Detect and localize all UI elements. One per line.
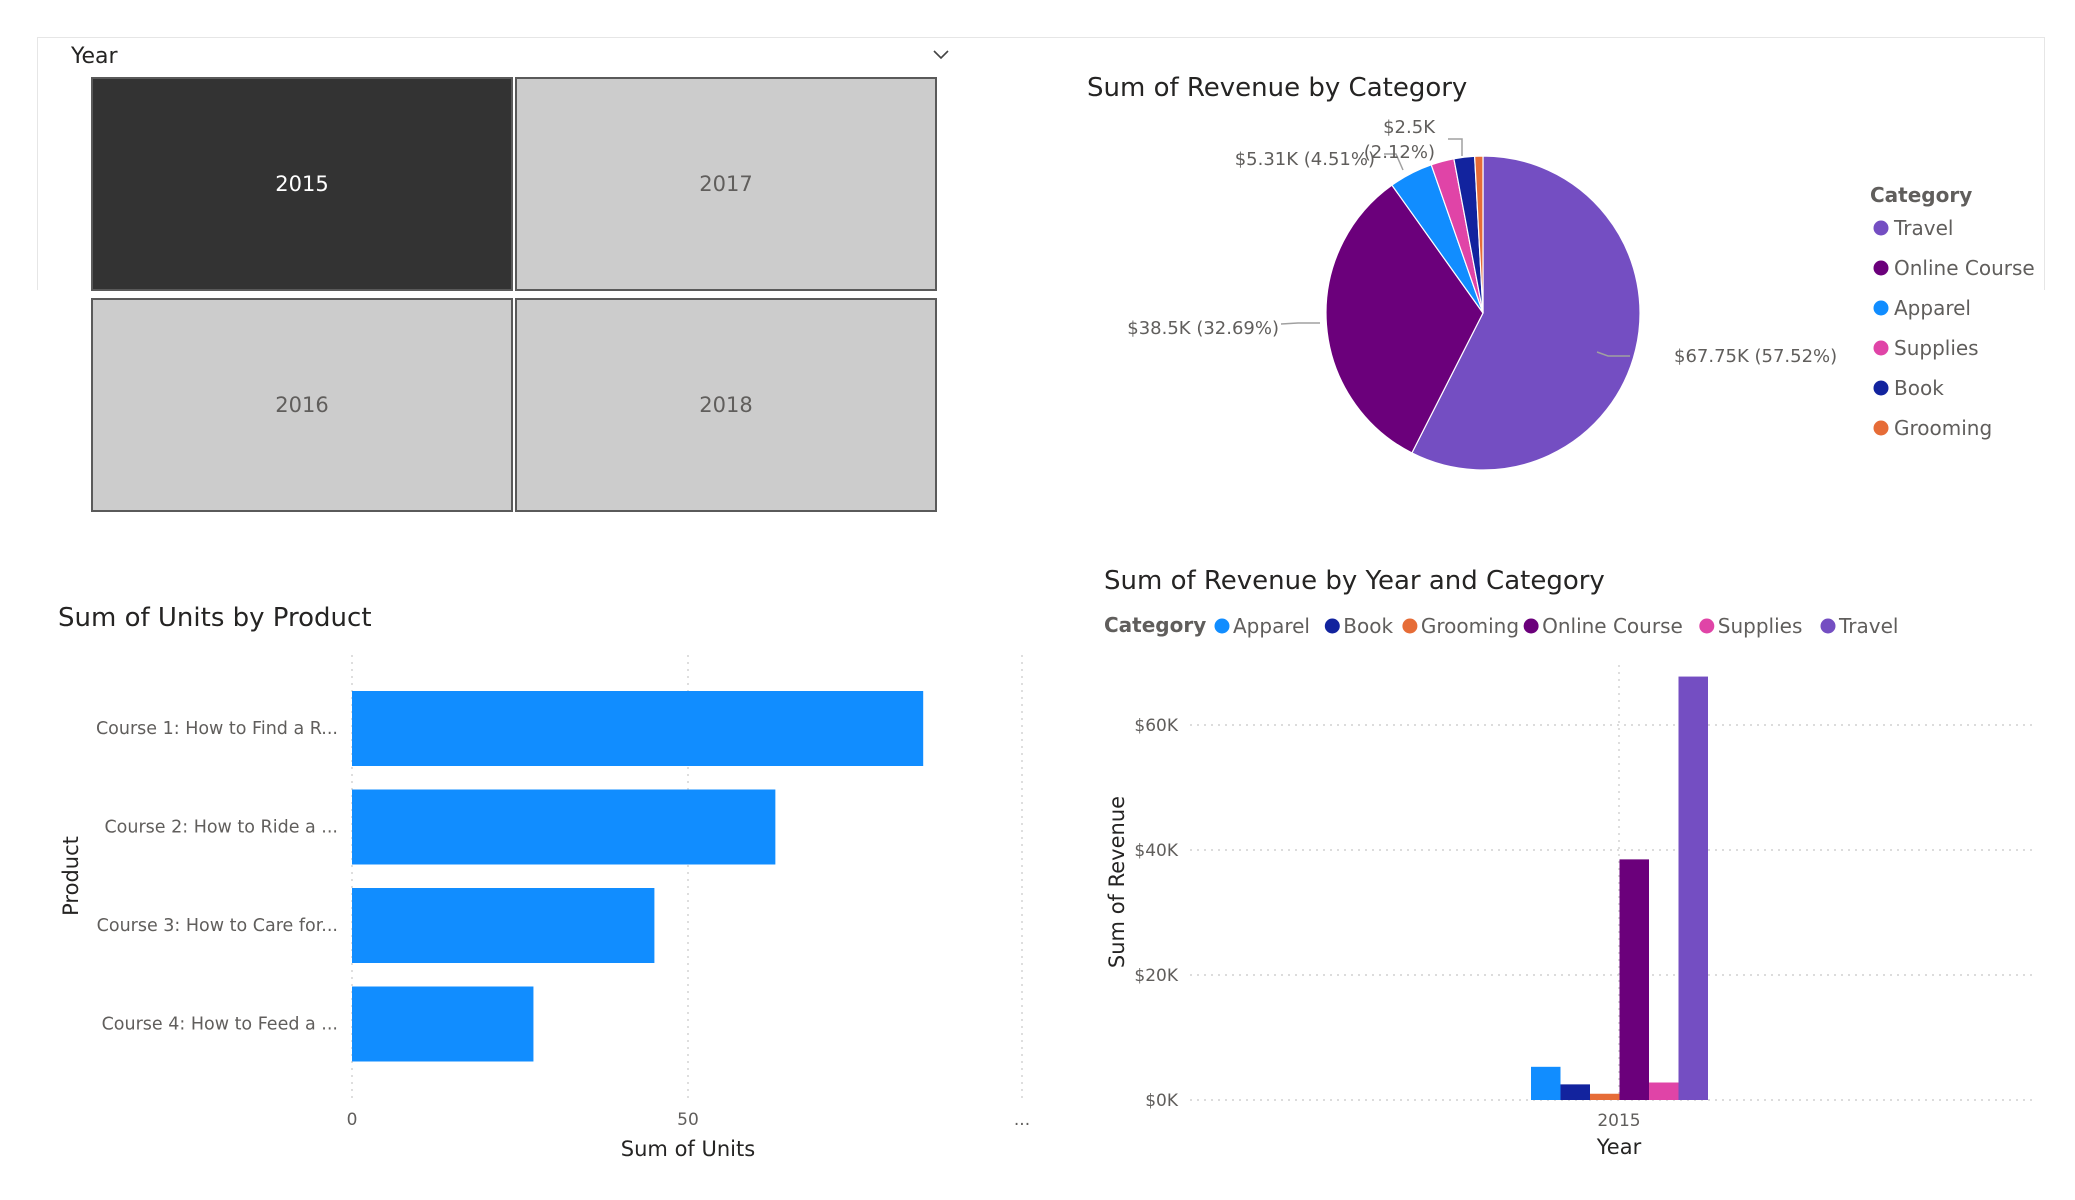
- bar-chart-title: Sum of Units by Product: [58, 603, 372, 633]
- column-legend-title: Category: [1104, 613, 1206, 637]
- legend-marker-travel: [1873, 220, 1889, 236]
- pie-label-travel: $67.75K (57.52%): [1674, 346, 1837, 367]
- column-legend-item-book[interactable]: Book: [1343, 614, 1393, 638]
- column-legend-marker-online-course: [1523, 618, 1539, 634]
- column-legend-marker-supplies: [1699, 618, 1715, 634]
- column-ytick-40k: $40K: [1134, 841, 1178, 861]
- pie-chart-title: Sum of Revenue by Category: [1087, 73, 1468, 103]
- column-xtick-2015: 2015: [1597, 1111, 1640, 1131]
- legend-marker-online-course: [1873, 260, 1889, 276]
- column-ytick-60k: $60K: [1134, 716, 1178, 736]
- column-bar-online-course[interactable]: [1619, 859, 1650, 1100]
- pie-label-apparel: $5.31K (4.51%): [1235, 149, 1375, 170]
- column-x-axis-label: Year: [1596, 1135, 1642, 1159]
- bar-xtick-50: 50: [677, 1110, 699, 1130]
- bar-chart: Course 1: How to Find a R... Course 2: Ho…: [59, 655, 1030, 1161]
- column-legend-marker-book: [1324, 618, 1340, 634]
- legend-item-grooming[interactable]: Grooming: [1894, 416, 1992, 440]
- column-legend-item-online-course[interactable]: Online Course: [1542, 614, 1683, 638]
- year-tile-2018[interactable]: 2018: [515, 298, 937, 512]
- legend-item-travel[interactable]: Travel: [1893, 216, 1953, 240]
- bar-category-label: Course 2: How to Ride a ...: [104, 818, 338, 838]
- legend-item-book[interactable]: Book: [1894, 376, 1944, 400]
- column-ytick-20k: $20K: [1134, 966, 1178, 986]
- column-chart-title: Sum of Revenue by Year and Category: [1104, 566, 1605, 596]
- column-legend-item-supplies[interactable]: Supplies: [1718, 614, 1803, 638]
- bar-y-axis-label: Product: [59, 836, 83, 916]
- column-legend-item-travel[interactable]: Travel: [1838, 614, 1898, 638]
- legend-item-supplies[interactable]: Supplies: [1894, 336, 1979, 360]
- bar-xtick-0: 0: [347, 1110, 358, 1130]
- pie-chart: $67.75K (57.52%) $38.5K (32.69%) $5.31K …: [1127, 117, 2035, 471]
- column-bar-travel[interactable]: [1678, 676, 1709, 1100]
- column-legend-marker-grooming: [1402, 618, 1418, 634]
- column-legend-marker-apparel: [1214, 618, 1230, 634]
- column-bar-grooming[interactable]: [1590, 1093, 1620, 1100]
- pie-label-online-course: $38.5K (32.69%): [1127, 318, 1279, 339]
- pie-label-book-percent: (2.12%): [1364, 142, 1435, 163]
- bar-category-label: Course 4: How to Feed a ...: [102, 1015, 338, 1035]
- legend-item-online-course[interactable]: Online Course: [1894, 256, 2035, 280]
- bar-category-label: Course 3: How to Care for...: [97, 916, 338, 936]
- column-bar-supplies[interactable]: [1649, 1082, 1679, 1101]
- column-y-axis-label: Sum of Revenue: [1105, 796, 1129, 968]
- year-tile-2016[interactable]: 2016: [91, 298, 513, 512]
- column-legend-item-apparel[interactable]: Apparel: [1233, 614, 1310, 638]
- column-bar-apparel[interactable]: [1531, 1066, 1561, 1100]
- chevron-down-icon[interactable]: [932, 46, 950, 64]
- column-bar-book[interactable]: [1560, 1084, 1591, 1100]
- legend-marker-grooming: [1873, 420, 1889, 436]
- pie-legend-title: Category: [1870, 183, 1972, 207]
- legend-marker-apparel: [1873, 300, 1889, 316]
- bar-category-label: Course 1: How to Find a R...: [96, 719, 338, 739]
- bar-3[interactable]: [352, 888, 655, 963]
- column-legend-marker-travel: [1820, 618, 1836, 634]
- bar-2[interactable]: [352, 789, 776, 865]
- bar-1[interactable]: [352, 691, 924, 766]
- bar-xtick-more: ...: [1014, 1110, 1030, 1130]
- year-tile-2017[interactable]: 2017: [515, 77, 937, 291]
- year-tile-2015[interactable]: 2015: [91, 77, 513, 291]
- bar-4[interactable]: [352, 986, 534, 1062]
- legend-marker-book: [1873, 380, 1889, 396]
- slicer-title: Year: [71, 44, 118, 69]
- column-legend-item-grooming[interactable]: Grooming: [1421, 614, 1519, 638]
- bar-x-axis-label: Sum of Units: [621, 1137, 755, 1161]
- column-chart: Category Apparel Book Grooming Online Cours…: [1104, 613, 2035, 1159]
- pie-label-book-value: $2.5K: [1383, 117, 1436, 138]
- legend-item-apparel[interactable]: Apparel: [1894, 296, 1971, 320]
- column-ytick-0: $0K: [1145, 1091, 1179, 1111]
- legend-marker-supplies: [1873, 340, 1889, 356]
